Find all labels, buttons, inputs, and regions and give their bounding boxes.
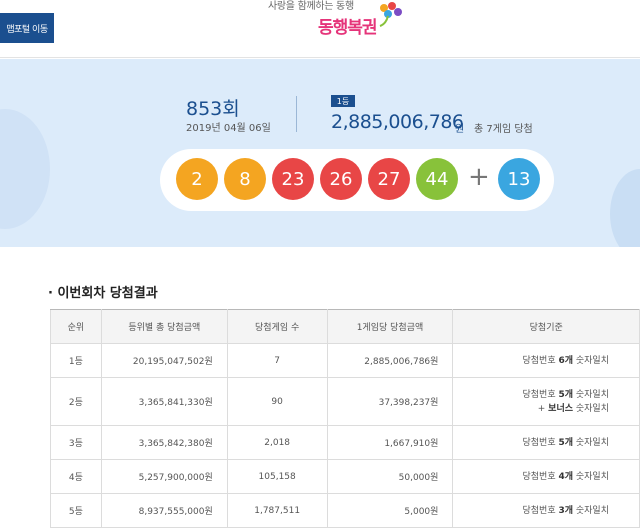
- site-logo[interactable]: 동행복권: [318, 13, 378, 38]
- table-row: 1등 20,195,047,502원 7 2,885,006,786원 당첨번호…: [50, 343, 640, 378]
- table-row: 3등 3,365,842,380원 2,018 1,667,910원 당첨번호 …: [50, 425, 640, 460]
- total-prize-cell: 5,257,900,000원: [100, 459, 228, 494]
- first-rank-badge: 1등: [331, 95, 355, 107]
- site-header: 맵포털 이동 사랑을 함께하는 동행 동행복권: [0, 0, 640, 58]
- column-header: 당첨게임 수: [226, 309, 328, 344]
- round-number: 853회: [186, 98, 240, 120]
- column-header: 1게임당 당첨금액: [326, 309, 454, 344]
- winning-games-cell: 1,787,511: [226, 493, 328, 528]
- per-game-prize-cell: 5,000원: [326, 493, 454, 528]
- criteria-cell: 당첨번호 3개 숫자일치: [452, 493, 640, 528]
- criteria-cell: 당첨번호 6개 숫자일치: [452, 343, 640, 378]
- draw-date: 2019년 04월 06일: [186, 123, 271, 134]
- banner-decoration: [0, 109, 50, 229]
- divider: [296, 96, 297, 132]
- total-prize-cell: 8,937,555,000원: [100, 493, 228, 528]
- rank-cell: 4등: [50, 459, 102, 494]
- total-prize-cell: 20,195,047,502원: [100, 343, 228, 378]
- rank-cell: 3등: [50, 425, 102, 460]
- per-game-prize-cell: 50,000원: [326, 459, 454, 494]
- won-unit: 원: [455, 124, 465, 135]
- per-game-prize-cell: 37,398,237원: [326, 377, 454, 426]
- table-header-row: 순위 등위별 총 당첨금액 당첨게임 수 1게임당 당첨금액 당첨기준: [50, 309, 640, 344]
- rank-cell: 5등: [50, 493, 102, 528]
- first-prize-winners: 총 7게임 당첨: [474, 124, 533, 135]
- first-prize-amount: 2,885,006,786: [331, 111, 464, 133]
- table-row: 5등 8,937,555,000원 1,787,511 5,000원 당첨번호 …: [50, 493, 640, 528]
- rank-cell: 1등: [50, 343, 102, 378]
- criteria-cell: 당첨번호 5개 숫자일치: [452, 425, 640, 460]
- results-table: 순위 등위별 총 당첨금액 당첨게임 수 1게임당 당첨금액 당첨기준 1등 2…: [50, 309, 640, 528]
- winning-ball-6: 44: [416, 158, 458, 200]
- winning-games-cell: 7: [226, 343, 328, 378]
- bonus-ball: 13: [498, 158, 540, 200]
- clover-logo-icon: [379, 2, 402, 27]
- table-row: 2등 3,365,841,330원 90 37,398,237원 당첨번호 5개…: [50, 377, 640, 426]
- winning-ball-5: 27: [368, 158, 410, 200]
- column-header: 순위: [50, 309, 102, 344]
- column-header: 등위별 총 당첨금액: [100, 309, 228, 344]
- total-prize-cell: 3,365,842,380원: [100, 425, 228, 460]
- winning-ball-3: 23: [272, 158, 314, 200]
- rank-cell: 2등: [50, 377, 102, 426]
- logo-slogan: 사랑을 함께하는 동행: [268, 1, 354, 12]
- table-row: 4등 5,257,900,000원 105,158 50,000원 당첨번호 4…: [50, 459, 640, 494]
- column-header: 당첨기준: [452, 309, 640, 344]
- section-title: · 이번회차 당첨결과: [48, 286, 158, 301]
- winning-games-cell: 105,158: [226, 459, 328, 494]
- total-prize-cell: 3,365,841,330원: [100, 377, 228, 426]
- plus-sign: +: [468, 162, 490, 192]
- criteria-cell: 당첨번호 5개 숫자일치 + 보너스 숫자일치: [452, 377, 640, 426]
- winning-ball-2: 8: [224, 158, 266, 200]
- banner-decoration: [610, 169, 640, 247]
- winning-games-cell: 2,018: [226, 425, 328, 460]
- winning-games-cell: 90: [226, 377, 328, 426]
- winning-ball-4: 26: [320, 158, 362, 200]
- winning-ball-1: 2: [176, 158, 218, 200]
- portal-move-button[interactable]: 맵포털 이동: [0, 13, 54, 43]
- criteria-cell: 당첨번호 4개 숫자일치: [452, 459, 640, 494]
- per-game-prize-cell: 2,885,006,786원: [326, 343, 454, 378]
- per-game-prize-cell: 1,667,910원: [326, 425, 454, 460]
